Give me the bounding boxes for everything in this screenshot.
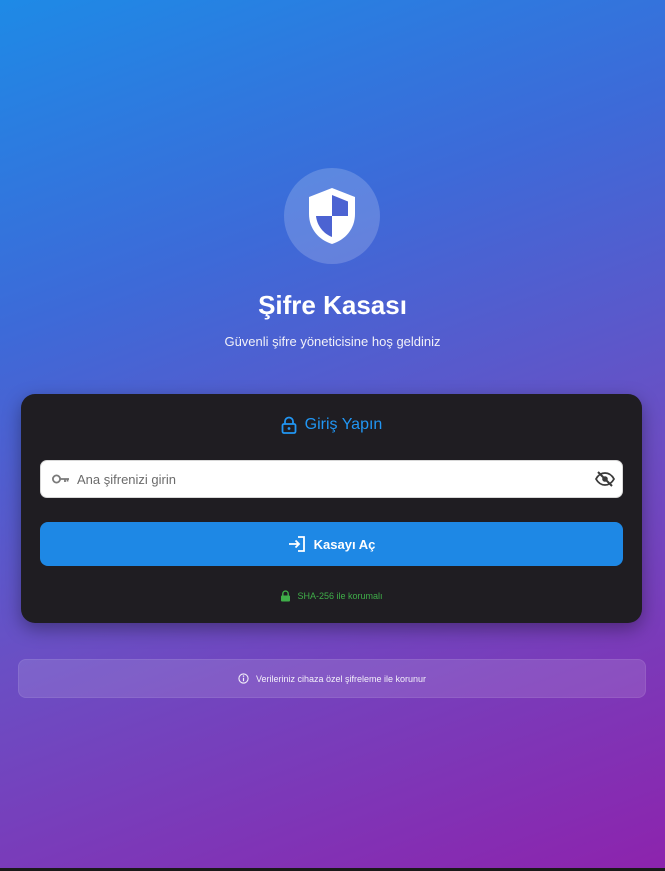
- security-note: SHA-256 ile korumalı: [21, 590, 642, 602]
- open-vault-button[interactable]: Kasayı Aç: [40, 522, 623, 566]
- security-note-text: SHA-256 ile korumalı: [297, 591, 383, 601]
- info-banner-text: Verileriniz cihaza özel şifreleme ile ko…: [255, 673, 427, 684]
- app-logo: [284, 168, 380, 264]
- master-password-field[interactable]: [40, 460, 623, 498]
- lock-icon: [281, 416, 297, 434]
- shield-icon: [309, 188, 355, 244]
- info-icon: [238, 673, 249, 684]
- login-heading-text: Giriş Yapın: [304, 416, 383, 433]
- lock-icon: [281, 590, 291, 602]
- open-vault-button-label: Kasayı Aç: [313, 536, 376, 552]
- key-icon: [45, 474, 77, 484]
- app-title: Şifre Kasası: [258, 290, 407, 320]
- app-subtitle: Güvenli şifre yöneticisine hoş geldiniz: [224, 334, 441, 349]
- login-card: Giriş Yapın Kasayı Aç SHA-256 ile koruma…: [21, 394, 642, 623]
- visibility-off-icon[interactable]: [588, 471, 622, 487]
- login-heading: Giriş Yapın: [21, 416, 642, 434]
- info-banner: Verileriniz cihaza özel şifreleme ile ko…: [18, 659, 646, 698]
- login-icon: [288, 536, 305, 552]
- master-password-input[interactable]: [77, 471, 588, 487]
